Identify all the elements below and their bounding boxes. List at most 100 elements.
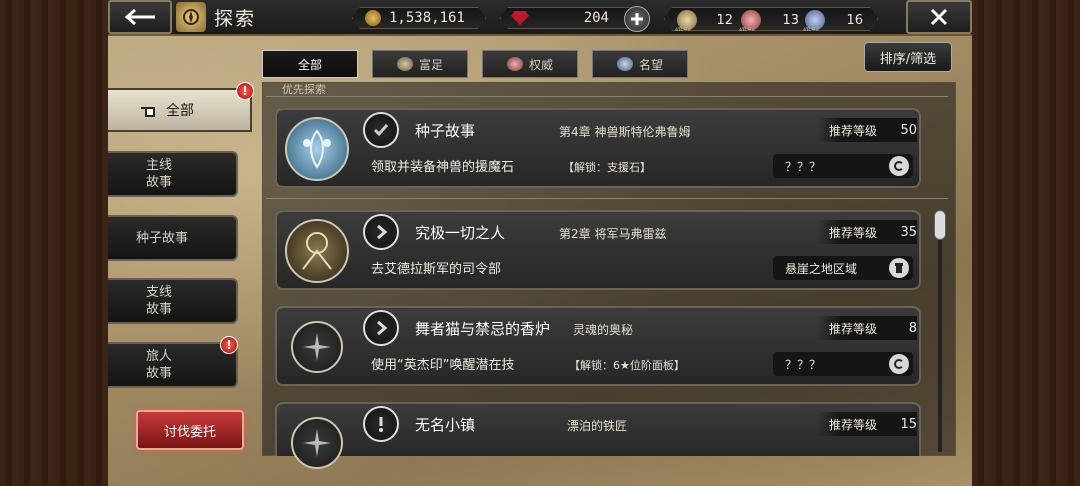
quest-description: 领取并装备神兽的援魔石 (371, 160, 515, 175)
level-value: 8 (908, 320, 917, 336)
tab-all[interactable]: 全部 (262, 50, 358, 78)
level-label: 推荐等级 (829, 417, 878, 432)
locked-portrait (291, 417, 343, 469)
sidebar-item-label: 主线 故事 (146, 158, 173, 190)
page-header: 探索 (176, 2, 256, 32)
rank-value: 16 (846, 12, 863, 28)
quest-entry[interactable]: 无名小镇 漂泊的铁匠 推荐等级 15 (275, 402, 921, 469)
coin-value: 1,538,161 (389, 10, 465, 26)
reward-detail-button[interactable] (889, 354, 909, 374)
level-label: 推荐等级 (829, 321, 878, 336)
quest-location-info: 悬崖之地区域 (773, 256, 913, 280)
chevron-seal-icon (363, 310, 399, 346)
level-value: 15 (900, 416, 917, 432)
location-button[interactable] (889, 258, 909, 278)
divider (266, 96, 948, 97)
quest-chapter: 第4章 神兽斯特伦弗鲁姆 (559, 125, 691, 139)
sidebar-item-all[interactable]: 全部 (108, 88, 252, 132)
page-title: 探索 (214, 7, 257, 30)
locked-portrait (291, 321, 343, 373)
gem-value: 204 (583, 10, 609, 26)
add-gems-button[interactable] (624, 6, 650, 32)
right-frame (972, 0, 1080, 486)
level-value: 50 (900, 122, 917, 138)
quest-description: 去艾德拉斯军的司令部 (371, 262, 502, 277)
tower-icon (895, 263, 903, 273)
fame-rank-icon: 级别 (805, 10, 825, 30)
recommended-level: 推荐等级 50 (817, 118, 917, 142)
quest-title: 无名小镇 (415, 416, 476, 434)
tab-label: 全部 (297, 57, 322, 72)
subjugation-request-button[interactable]: 讨伐委托 (136, 410, 244, 450)
filter-tabs: 全部 富足 权威 名望 (262, 50, 688, 78)
level-value: 35 (900, 224, 917, 240)
sidebar-item-side-story[interactable]: 支线 故事 (108, 278, 238, 324)
rank-value: 13 (782, 12, 799, 28)
quest-entry[interactable]: 究极一切之人 第2章 将军马弗雷兹 推荐等级 35 去艾德拉斯军的司令部 悬崖之… (275, 210, 921, 290)
wealth-icon (396, 57, 413, 71)
quest-unlock: 【解锁：6★位阶面板】 (569, 359, 685, 372)
close-button[interactable] (906, 0, 972, 34)
quest-title: 种子故事 (415, 122, 476, 140)
tab-wealth[interactable]: 富足 (372, 50, 468, 78)
authority-icon (506, 57, 523, 71)
refresh-icon (894, 161, 904, 171)
sidebar-item-label: 旅人 故事 (146, 349, 173, 381)
chevron-seal-icon (363, 214, 399, 250)
tab-authority[interactable]: 权威 (482, 50, 578, 78)
arrow-left-icon (124, 8, 155, 26)
plus-icon (631, 13, 643, 25)
rank-authority: 级别 13 (741, 8, 799, 32)
general-portrait (285, 219, 349, 283)
section-label: 优先探索 (282, 83, 326, 96)
sidebar-item-seed-story[interactable]: 种子故事 (108, 215, 238, 261)
left-frame (0, 0, 108, 486)
quest-description: 使用“英杰印”唤醒潜在技 (371, 358, 515, 373)
sidebar-item-main-story[interactable]: 主线 故事 (108, 151, 238, 197)
tab-fame[interactable]: 名望 (592, 50, 688, 78)
location-text: 悬崖之地区域 (785, 261, 858, 276)
reward-detail-button[interactable] (889, 156, 909, 176)
notification-badge: ! (220, 336, 238, 354)
sidebar-item-traveler-story[interactable]: 旅人 故事 (108, 342, 238, 388)
recommended-level: 推荐等级 35 (817, 220, 917, 244)
tab-label: 名望 (638, 57, 663, 72)
quest-reward-info: ？？？ (773, 352, 913, 376)
quest-title: 舞者猫与禁忌的香炉 (415, 320, 551, 338)
sidebar-item-label: 支线 故事 (146, 285, 173, 317)
quest-unlock: 【解锁：支援石】 (563, 161, 651, 174)
rank-wealth: 级别 12 (677, 8, 733, 32)
scroll-track[interactable] (938, 212, 942, 452)
tab-label: 权威 (528, 57, 553, 72)
fame-icon (616, 57, 633, 71)
quest-title: 究极一切之人 (415, 224, 506, 242)
pointing-hand-icon (141, 107, 155, 117)
back-button[interactable] (108, 0, 172, 34)
sort-filter-button[interactable]: 排序/筛选 (864, 42, 952, 72)
sidebar-item-label: 全部 (166, 103, 194, 119)
level-label: 推荐等级 (829, 225, 878, 240)
scroll-thumb[interactable] (934, 210, 946, 240)
recommended-level: 推荐等级 8 (817, 316, 917, 340)
close-icon (930, 8, 948, 26)
tab-label: 富足 (418, 57, 443, 72)
rank-counters: 级别 12 级别 13 级别 16 (664, 7, 878, 31)
notification-badge: ! (236, 82, 254, 100)
quest-chapter: 灵魂的奥秘 (573, 323, 634, 337)
quest-entry[interactable]: 舞者猫与禁忌的香炉 灵魂的奥秘 推荐等级 8 使用“英杰印”唤醒潜在技 【解锁：… (275, 306, 921, 386)
coin-counter: 1,538,161 (352, 7, 486, 29)
level-label: 推荐等级 (829, 123, 878, 138)
gem-icon (511, 11, 529, 25)
reward-text: ？？？ (785, 357, 822, 372)
rank-fame: 级别 16 (805, 8, 863, 32)
quest-chapter: 漂泊的铁匠 (567, 419, 628, 433)
quest-chapter: 第2章 将军马弗雷兹 (559, 227, 667, 241)
quest-reward-info: ？？？ (773, 154, 913, 178)
quest-entry[interactable]: 种子故事 第4章 神兽斯特伦弗鲁姆 推荐等级 50 领取并装备神兽的援魔石 【解… (275, 108, 921, 188)
authority-rank-icon: 级别 (741, 10, 761, 30)
refresh-icon (894, 359, 904, 369)
exclamation-seal-icon (363, 406, 399, 442)
wealth-rank-icon: 级别 (677, 10, 697, 30)
gem-counter: 204 (500, 7, 638, 29)
explore-emblem-icon (176, 2, 206, 32)
